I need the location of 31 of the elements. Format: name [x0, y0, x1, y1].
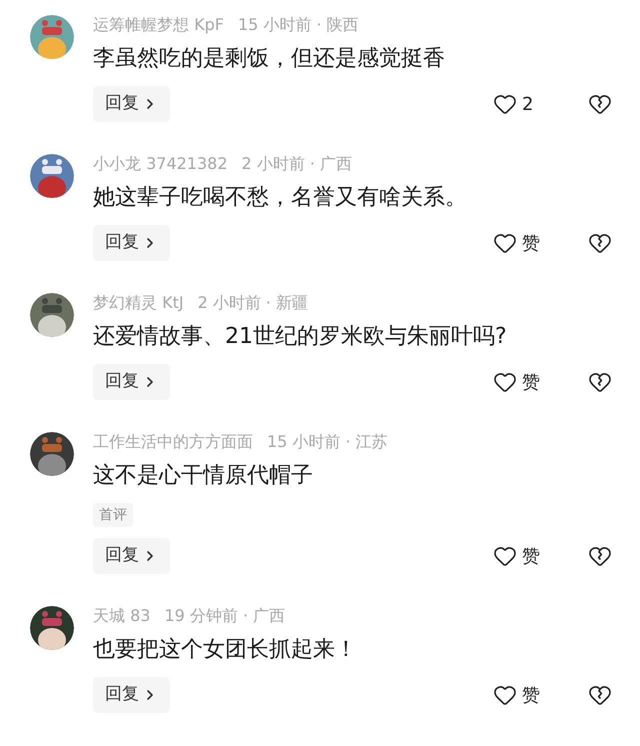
dislike-icon[interactable]: [588, 92, 612, 116]
like-button[interactable]: 赞: [493, 542, 543, 570]
comment-time-region: 2 小时前 · 新疆: [198, 292, 308, 314]
heart-icon: [493, 231, 517, 255]
comment-text: 也要把这个女团长抓起来！: [93, 636, 357, 664]
like-button[interactable]: 2: [493, 90, 543, 118]
reply-button[interactable]: 回复: [93, 225, 170, 261]
heart-icon: [493, 683, 517, 707]
dislike-icon[interactable]: [588, 370, 612, 394]
comment-text: 这不是心干情原代帽子: [93, 462, 313, 490]
comment-time-region: 19 分钟前 · 广西: [164, 605, 286, 627]
reply-button[interactable]: 回复: [93, 364, 170, 400]
like-button[interactable]: 赞: [493, 682, 543, 708]
heart-icon: [493, 92, 517, 116]
heart-icon: [493, 544, 517, 568]
heart-icon: [493, 370, 517, 394]
comment-time-region: 15 小时前 · 江苏: [267, 431, 388, 453]
dislike-icon[interactable]: [588, 231, 612, 255]
reply-button[interactable]: 回复: [93, 86, 170, 122]
like-button[interactable]: 赞: [493, 368, 543, 396]
reply-button[interactable]: 回复: [93, 538, 170, 574]
comment-text: 李虽然吃的是剩饭，但还是感觉挺香: [93, 45, 445, 73]
dislike-icon[interactable]: [588, 544, 612, 568]
like-button[interactable]: 赞: [493, 230, 543, 256]
comment-time-region: 15 小时前 · 陕西: [238, 14, 359, 36]
dislike-icon[interactable]: [588, 683, 612, 707]
reply-button[interactable]: 回复: [93, 677, 170, 713]
first-comment-tag: 首评: [93, 503, 133, 527]
comment-text: 她这辈子吃喝不愁，名誉又有啥关系。: [93, 184, 467, 212]
comment-text: 还爱情故事、21世纪的罗米欧与朱丽叶吗?: [93, 323, 507, 351]
comment-time-region: 2 小时前 · 广西: [242, 153, 352, 175]
